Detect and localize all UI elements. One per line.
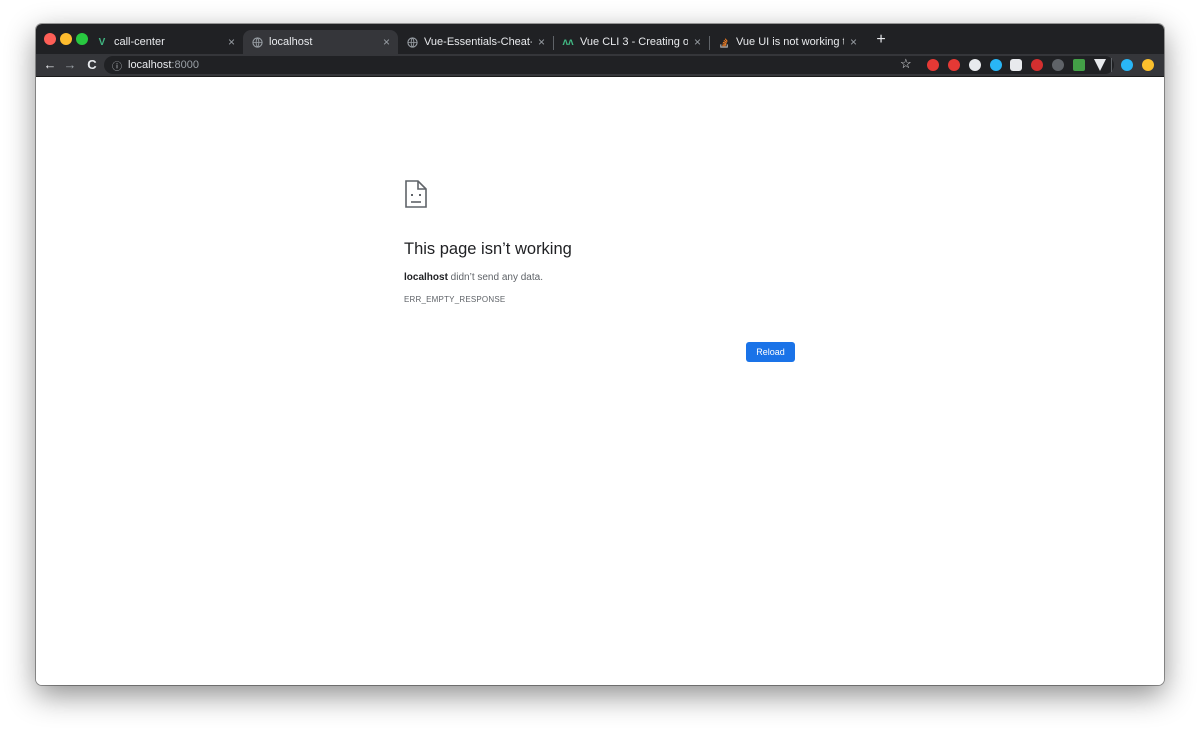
error-description-text: didn’t send any data.	[447, 272, 543, 283]
tab-strip: V call-center × localhost × Vue-Essentia…	[36, 24, 1164, 54]
browser-window: V call-center × localhost × Vue-Essentia…	[36, 24, 1164, 685]
browser-toolbar: ← → C ⓘ localhost:8000 ☆	[36, 54, 1164, 77]
close-tab-icon[interactable]: ×	[694, 35, 701, 49]
window-minimize-button[interactable]	[60, 33, 72, 45]
url-port: :8000	[171, 59, 199, 71]
error-page: This page isn’t working localhost didn’t…	[36, 77, 1164, 685]
vue-logo-icon: V	[98, 36, 106, 48]
stackoverflow-icon	[718, 36, 730, 48]
tab-title: Vue CLI 3 - Creating our Projec	[580, 36, 688, 48]
error-description: localhost didn’t send any data.	[404, 272, 543, 283]
tab-title: Vue UI is not working through r	[736, 36, 844, 48]
window-maximize-button[interactable]	[76, 33, 88, 45]
tab-vue-essentials[interactable]: Vue-Essentials-Cheat-Sheet.p ×	[398, 30, 553, 54]
address-bar[interactable]: ⓘ localhost:8000	[104, 56, 1114, 74]
globe-icon	[251, 36, 263, 48]
url-host: localhost	[128, 59, 172, 71]
extension-icon[interactable]	[990, 59, 1002, 71]
ublock-icon[interactable]	[1031, 59, 1043, 71]
toolbar-separator	[1111, 58, 1112, 72]
tab-vue-ui-stackoverflow[interactable]: Vue UI is not working through r ×	[710, 30, 865, 54]
profile-avatar-icon[interactable]	[1142, 59, 1154, 71]
kinja-icon[interactable]	[1073, 59, 1085, 71]
globe-icon	[406, 36, 418, 48]
tab-vue-cli[interactable]: ʌʌ Vue CLI 3 - Creating our Projec ×	[554, 30, 709, 54]
forward-arrow-icon[interactable]: →	[62, 57, 78, 73]
error-host: localhost	[404, 272, 448, 283]
info-circle-icon[interactable]: ⓘ	[112, 58, 122, 73]
close-tab-icon[interactable]: ×	[850, 35, 857, 49]
close-tab-icon[interactable]: ×	[383, 35, 390, 49]
bookmark-star-icon[interactable]: ☆	[900, 56, 912, 72]
tab-title: localhost	[269, 36, 313, 48]
error-title: This page isn’t working	[404, 240, 572, 258]
window-close-button[interactable]	[44, 33, 56, 45]
sad-page-icon	[405, 180, 427, 208]
gallery-icon[interactable]	[1010, 59, 1022, 71]
rss-icon[interactable]	[948, 59, 960, 71]
back-arrow-icon[interactable]: ←	[42, 57, 58, 73]
close-tab-icon[interactable]: ×	[538, 35, 545, 49]
cloud-icon[interactable]	[1052, 59, 1064, 71]
adblock-icon[interactable]	[927, 59, 939, 71]
close-tab-icon[interactable]: ×	[228, 35, 235, 49]
accessibility-icon[interactable]	[1121, 59, 1133, 71]
reload-button[interactable]: Reload	[746, 342, 795, 362]
tab-call-center[interactable]: V call-center ×	[88, 30, 243, 54]
error-code: ERR_EMPTY_RESPONSE	[404, 295, 506, 304]
tab-title: call-center	[114, 36, 165, 48]
tab-title: Vue-Essentials-Cheat-Sheet.p	[424, 36, 532, 48]
new-tab-button[interactable]: +	[872, 31, 890, 49]
reload-icon[interactable]: C	[84, 57, 100, 73]
vue-mastery-icon: ʌʌ	[562, 36, 574, 48]
tab-localhost[interactable]: localhost ×	[243, 30, 398, 54]
react-devtools-icon[interactable]	[969, 59, 981, 71]
